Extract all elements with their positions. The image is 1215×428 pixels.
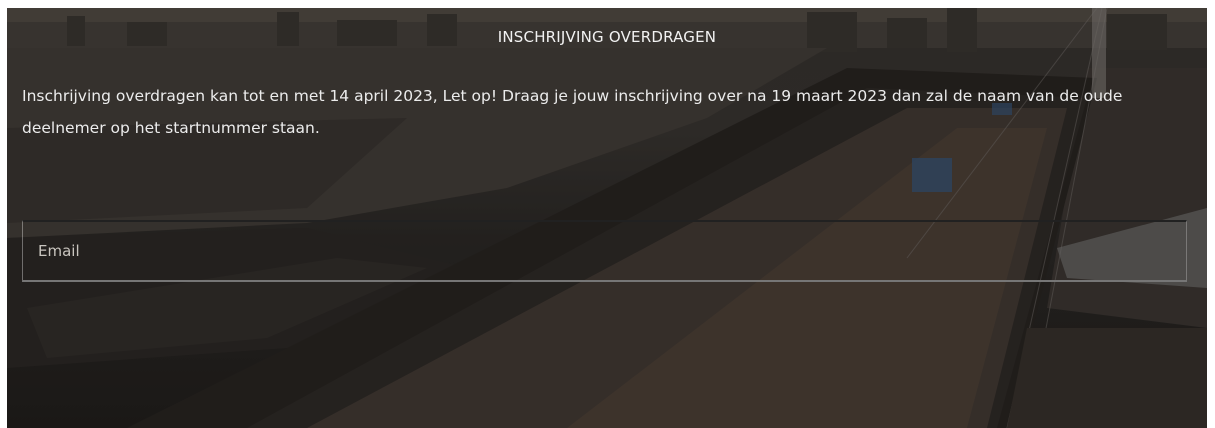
dark-overlay [7, 8, 1207, 428]
transfer-registration-hero: INSCHRIJVING OVERDRAGEN Inschrijving ove… [7, 8, 1207, 428]
email-input[interactable] [22, 220, 1187, 282]
page-title: INSCHRIJVING OVERDRAGEN [497, 28, 717, 46]
transfer-notice-text: Inschrijving overdragen kan tot en met 1… [22, 87, 1123, 137]
